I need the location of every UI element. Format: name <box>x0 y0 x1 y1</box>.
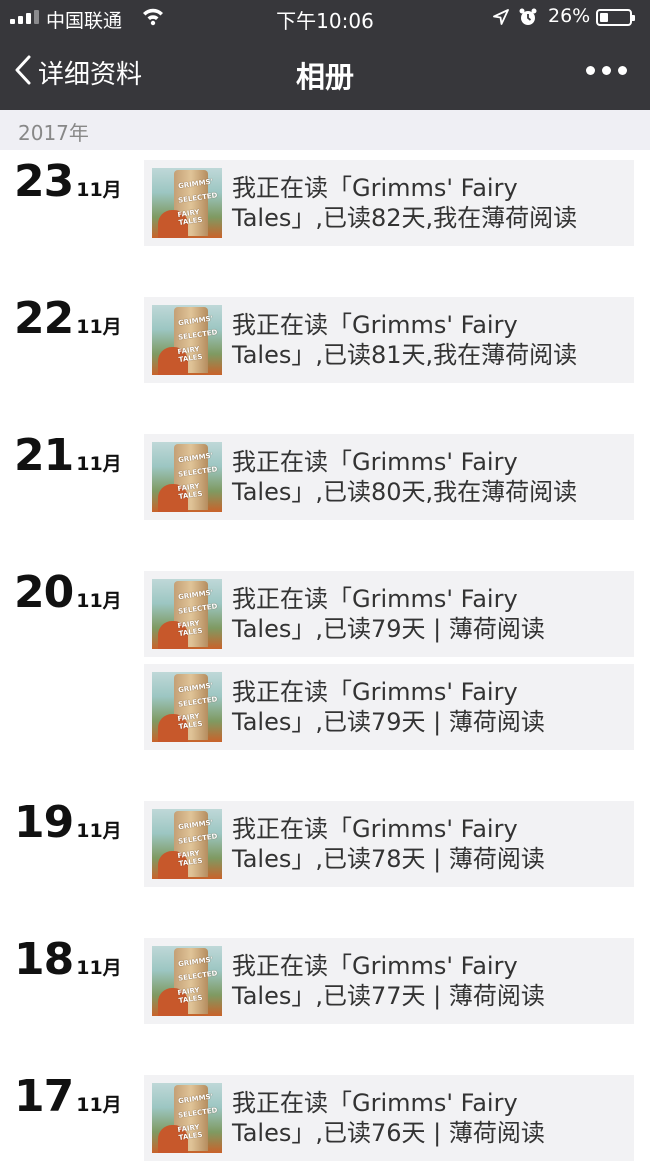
book-cover-thumbnail: GRIMMS' SELECTED FAIRY TALES <box>152 579 222 649</box>
date-month: 11月 <box>76 1094 122 1116</box>
date-day: 18 <box>14 934 74 985</box>
post-text-line: 我正在读「Grimms' Fairy <box>232 311 518 339</box>
post-text: 我正在读「Grimms' Fairy Tales」,已读80天,我在薄荷阅读 <box>232 447 627 507</box>
post-text: 我正在读「Grimms' Fairy Tales」,已读79天 | 薄荷阅读 <box>232 677 627 737</box>
year-header: 2017年 <box>0 110 650 150</box>
book-cover-thumbnail: GRIMMS' SELECTED FAIRY TALES <box>152 442 222 512</box>
book-cover-thumbnail: GRIMMS' SELECTED FAIRY TALES <box>152 672 222 742</box>
shared-link-post[interactable]: GRIMMS' SELECTED FAIRY TALES 我正在读「Grimms' F… <box>144 160 634 246</box>
location-arrow-icon <box>492 8 510 30</box>
date-day: 23 <box>14 156 74 207</box>
post-text-line: 我正在读「Grimms' Fairy <box>232 585 518 613</box>
shared-link-post[interactable]: GRIMMS' SELECTED FAIRY TALES 我正在读「Grimms' F… <box>144 938 634 1024</box>
post-text: 我正在读「Grimms' Fairy Tales」,已读79天 | 薄荷阅读 <box>232 584 627 644</box>
book-cover-thumbnail: GRIMMS' SELECTED FAIRY TALES <box>152 946 222 1016</box>
post-text: 我正在读「Grimms' Fairy Tales」,已读76天 | 薄荷阅读 <box>232 1088 627 1148</box>
shared-link-post[interactable]: GRIMMS' SELECTED FAIRY TALES 我正在读「Grimms' F… <box>144 664 634 750</box>
post-text-line: Tales」,已读77天 | 薄荷阅读 <box>232 982 545 1010</box>
post-text: 我正在读「Grimms' Fairy Tales」,已读82天,我在薄荷阅读 <box>232 173 627 233</box>
book-cover-thumbnail: GRIMMS' SELECTED FAIRY TALES <box>152 168 222 238</box>
post-text-line: Tales」,已读79天 | 薄荷阅读 <box>232 708 545 736</box>
post-text: 我正在读「Grimms' Fairy Tales」,已读81天,我在薄荷阅读 <box>232 310 627 370</box>
top-bar: 中国联通 下午10:06 26% 详细资料 相册 <box>0 0 650 110</box>
post-text-line: Tales」,已读81天,我在薄荷阅读 <box>232 341 578 369</box>
post-date: 17 11月 <box>14 1071 122 1122</box>
post-text-line: Tales」,已读78天 | 薄荷阅读 <box>232 845 545 873</box>
battery-icon <box>596 9 635 26</box>
post-date: 23 11月 <box>14 156 122 207</box>
shared-link-post[interactable]: GRIMMS' SELECTED FAIRY TALES 我正在读「Grimms' F… <box>144 571 634 657</box>
post-date: 21 11月 <box>14 430 122 481</box>
post-text: 我正在读「Grimms' Fairy Tales」,已读77天 | 薄荷阅读 <box>232 951 627 1011</box>
shared-link-post[interactable]: GRIMMS' SELECTED FAIRY TALES 我正在读「Grimms' F… <box>144 801 634 887</box>
post-date: 20 11月 <box>14 567 122 618</box>
post-text-line: 我正在读「Grimms' Fairy <box>232 1089 518 1117</box>
post-text-line: 我正在读「Grimms' Fairy <box>232 174 518 202</box>
post-text: 我正在读「Grimms' Fairy Tales」,已读78天 | 薄荷阅读 <box>232 814 627 874</box>
date-month: 11月 <box>76 179 122 201</box>
date-day: 20 <box>14 567 74 618</box>
date-day: 17 <box>14 1071 74 1122</box>
shared-link-post[interactable]: GRIMMS' SELECTED FAIRY TALES 我正在读「Grimms' F… <box>144 1075 634 1161</box>
date-day: 21 <box>14 430 74 481</box>
post-text-line: 我正在读「Grimms' Fairy <box>232 448 518 476</box>
date-month: 11月 <box>76 316 122 338</box>
date-month: 11月 <box>76 820 122 842</box>
shared-link-post[interactable]: GRIMMS' SELECTED FAIRY TALES 我正在读「Grimms' F… <box>144 297 634 383</box>
date-day: 22 <box>14 293 74 344</box>
date-day: 19 <box>14 797 74 848</box>
post-date: 19 11月 <box>14 797 122 848</box>
post-text-line: 我正在读「Grimms' Fairy <box>232 952 518 980</box>
more-dots-icon <box>586 66 595 75</box>
page-title: 相册 <box>295 60 354 94</box>
date-month: 11月 <box>76 453 122 475</box>
post-text-line: Tales」,已读79天 | 薄荷阅读 <box>232 615 545 643</box>
more-options-button[interactable] <box>586 66 627 75</box>
book-cover-thumbnail: GRIMMS' SELECTED FAIRY TALES <box>152 1083 222 1153</box>
post-text-line: 我正在读「Grimms' Fairy <box>232 815 518 843</box>
post-text-line: Tales」,已读76天 | 薄荷阅读 <box>232 1119 545 1147</box>
date-month: 11月 <box>76 957 122 979</box>
shared-link-post[interactable]: GRIMMS' SELECTED FAIRY TALES 我正在读「Grimms' F… <box>144 434 634 520</box>
post-date: 22 11月 <box>14 293 122 344</box>
post-text-line: Tales」,已读82天,我在薄荷阅读 <box>232 204 578 232</box>
year-label: 2017年 <box>18 121 89 145</box>
battery-percent: 26% <box>548 5 591 27</box>
post-text-line: Tales」,已读80天,我在薄荷阅读 <box>232 478 578 506</box>
date-month: 11月 <box>76 590 122 612</box>
post-text-line: 我正在读「Grimms' Fairy <box>232 678 518 706</box>
book-cover-thumbnail: GRIMMS' SELECTED FAIRY TALES <box>152 305 222 375</box>
post-date: 18 11月 <box>14 934 122 985</box>
alarm-clock-icon <box>518 7 538 31</box>
status-bar: 中国联通 下午10:06 26% <box>0 0 650 36</box>
book-cover-thumbnail: GRIMMS' SELECTED FAIRY TALES <box>152 809 222 879</box>
